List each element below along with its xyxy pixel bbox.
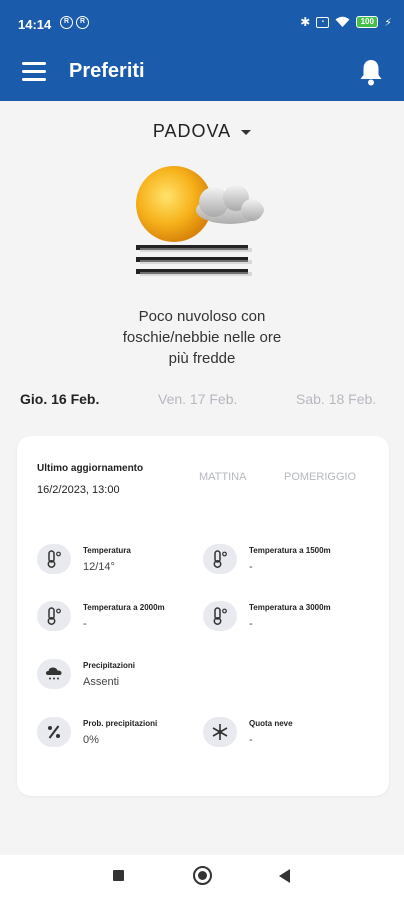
back-button[interactable] [279,869,290,883]
detail-precipitation-probability: Prob. precipitazioni 0% [37,717,207,757]
detail-label: Prob. precipitazioni [83,719,158,728]
thermometer-icon [203,544,237,574]
status-time: 14:14 [18,17,52,32]
detail-value: - [83,618,87,630]
detail-label: Temperatura a 3000m [249,603,331,612]
detail-label: Temperatura [83,546,131,555]
rain-cloud-icon [37,659,71,689]
detail-temperature-2000m: Temperatura a 2000m - [37,601,207,641]
city-selector[interactable]: PADOVA [0,121,404,142]
weather-icon [136,166,264,276]
detail-temperature: Temperatura 12/14° [37,544,207,584]
day-tab-tomorrow[interactable]: Ven. 17 Feb. [158,391,237,407]
detail-precipitation: Precipitazioni Assenti [37,659,207,699]
bluetooth-icon: ✱ [300,15,311,29]
update-value: 16/2/2023, 13:00 [37,484,120,496]
period-tab-afternoon[interactable]: POMERIGGIO [284,471,356,483]
notification-icon: R [76,16,89,29]
thermometer-icon [203,601,237,631]
detail-label: Quota neve [249,719,293,728]
update-label: Ultimo aggiornamento [37,463,144,474]
battery-icon: 100 [356,16,379,28]
notification-icon: R [60,16,73,29]
system-nav-bar [0,855,404,900]
caret-down-icon [241,130,252,136]
detail-value: - [249,734,253,746]
city-name: PADOVA [152,121,232,141]
percent-icon [37,717,71,747]
snowflake-icon [203,717,237,747]
detail-label: Precipitazioni [83,661,136,670]
bell-icon[interactable] [358,58,384,86]
detail-snow-level: Quota neve - [203,717,373,757]
thermometer-icon [37,544,71,574]
page-title: Preferiti [69,60,145,82]
detail-value: - [249,618,253,630]
forecast-description: Poco nuvoloso con foschie/nebbie nelle o… [122,308,282,367]
detail-temperature-3000m: Temperatura a 3000m - [203,601,373,641]
detail-label: Temperatura a 2000m [83,603,165,612]
recents-button[interactable] [113,870,124,881]
thermometer-icon [37,601,71,631]
detail-label: Temperatura a 1500m [249,546,331,555]
status-bar: 14:14 R R ✱ ▪ 100 ⚡ [0,0,404,46]
detail-temperature-1500m: Temperatura a 1500m - [203,544,373,584]
menu-icon[interactable] [22,62,46,82]
forecast-card: Ultimo aggiornamento 16/2/2023, 13:00 MA… [17,436,389,796]
home-button[interactable] [193,866,212,885]
wifi-icon [335,16,350,27]
detail-value: Assenti [83,676,120,688]
day-tab-day-after[interactable]: Sab. 18 Feb. [296,391,376,407]
status-notification-icons: R R [60,16,89,29]
detail-value: - [249,561,253,573]
period-tab-morning[interactable]: MATTINA [199,471,246,483]
detail-value: 0% [83,734,99,746]
detail-value: 12/14° [83,561,115,573]
day-tab-today[interactable]: Gio. 16 Feb. [20,391,99,407]
status-right-icons: ✱ ▪ 100 ⚡ [300,15,392,29]
charging-icon: ⚡ [384,16,392,29]
app-bar: Preferiti [0,46,404,101]
vibrate-icon: ▪ [316,16,330,28]
